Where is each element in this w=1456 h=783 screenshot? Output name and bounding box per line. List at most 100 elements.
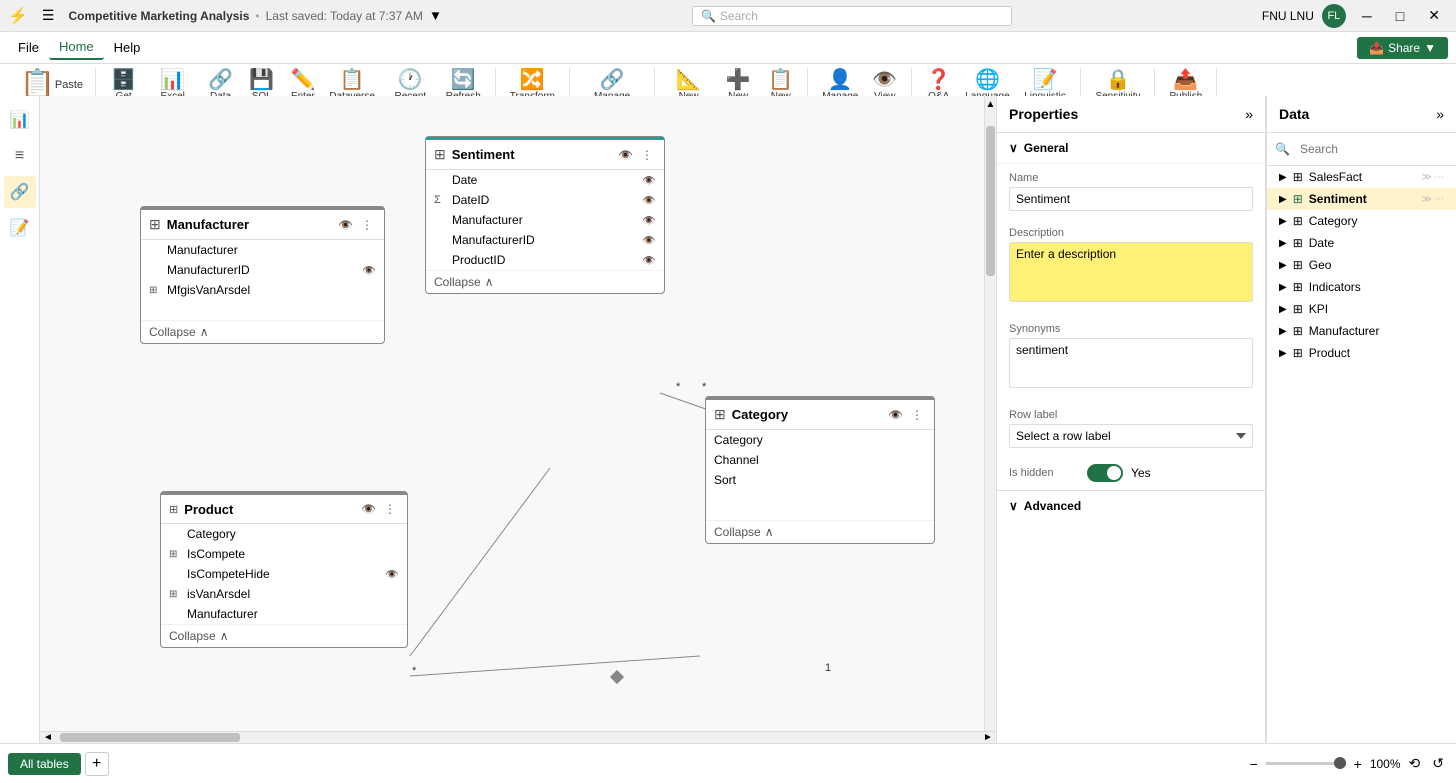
dateid-sum-icon: Σ — [434, 194, 448, 206]
kpi-expand-btn[interactable]: ▶ — [1279, 304, 1287, 315]
description-input[interactable]: Enter a description — [1009, 242, 1253, 302]
indicators-expand-btn[interactable]: ▶ — [1279, 282, 1287, 293]
product-more-btn[interactable]: ⋮ — [381, 501, 399, 517]
menu-home[interactable]: Home — [49, 35, 104, 60]
product-hide-btn[interactable]: 👁️ — [358, 501, 379, 517]
data-item-kpi[interactable]: ▶ ⊞ KPI — [1267, 298, 1456, 320]
salesfact-expand-btn[interactable]: ▶ — [1279, 172, 1287, 183]
sentiment-action1[interactable]: ≫ — [1422, 194, 1432, 205]
svg-text:1: 1 — [825, 662, 831, 674]
data-item-product[interactable]: ▶ ⊞ Product — [1267, 342, 1456, 364]
kpi-data-label: KPI — [1309, 302, 1328, 316]
data-item-date[interactable]: ▶ ⊞ Date — [1267, 232, 1456, 254]
menu-file[interactable]: File — [8, 36, 49, 59]
product-expand-btn[interactable]: ▶ — [1279, 348, 1287, 359]
properties-panel: Properties » ∨ General Name Description … — [996, 96, 1266, 743]
manufacturer-collapse[interactable]: Collapse ∧ — [141, 320, 384, 343]
category-collapse[interactable]: Collapse ∧ — [706, 520, 934, 543]
data-search-box[interactable]: 🔍 — [1267, 133, 1456, 166]
zoom-slider[interactable] — [1266, 762, 1346, 765]
general-section-header[interactable]: ∨ General — [997, 133, 1265, 164]
share-button[interactable]: 📤 Share ▼ — [1357, 37, 1448, 59]
mfr-hide-icon[interactable]: 👁️ — [642, 214, 656, 227]
sentiment-expand-btn[interactable]: ▶ — [1279, 194, 1287, 205]
sidebar-icon-table[interactable]: ≡ — [4, 140, 36, 172]
advanced-section-header[interactable]: ∨ Advanced — [997, 490, 1265, 521]
synonyms-input[interactable]: sentiment — [1009, 338, 1253, 388]
data-search-icon: 🔍 — [1275, 142, 1290, 156]
scroll-left-btn[interactable]: ◄ — [40, 732, 56, 743]
manufacturer-data-icon: ⊞ — [1293, 324, 1303, 338]
description-row: Description Enter a description — [997, 219, 1265, 315]
category-expand-btn[interactable]: ▶ — [1279, 216, 1287, 227]
category-more-btn[interactable]: ⋮ — [908, 407, 926, 423]
canvas-vscroll[interactable]: ▲ ▼ — [984, 96, 996, 743]
sidebar-toggle[interactable]: ☰ — [34, 5, 63, 26]
reset-btn[interactable]: ↺ — [1428, 753, 1448, 774]
zoom-plus-btn[interactable]: + — [1350, 754, 1366, 774]
date-data-label: Date — [1309, 236, 1334, 250]
prod-isvanarsdel-icon: ⊞ — [169, 589, 183, 600]
refresh-icon: 🔄 — [451, 70, 476, 90]
ishidden-toggle[interactable] — [1087, 464, 1123, 482]
date-expand-btn[interactable]: ▶ — [1279, 238, 1287, 249]
scroll-up-btn[interactable]: ▲ — [985, 96, 996, 112]
data-item-manufacturer[interactable]: ▶ ⊞ Manufacturer — [1267, 320, 1456, 342]
sentiment-hide-btn[interactable]: 👁️ — [615, 147, 636, 163]
sidebar-icon-dax[interactable]: 📝 — [4, 212, 36, 244]
product-data-icon: ⊞ — [1293, 346, 1303, 360]
data-search-input[interactable] — [1294, 139, 1448, 159]
synonyms-label: Synonyms — [1009, 323, 1253, 335]
product-collapse[interactable]: Collapse ∧ — [161, 624, 407, 647]
sentiment-more-btn[interactable]: ⋮ — [638, 147, 656, 163]
manageroles-icon: 👤 — [828, 70, 853, 90]
manufacturer-more-btn[interactable]: ⋮ — [358, 217, 376, 233]
data-panel-expand-btn[interactable]: » — [1436, 106, 1444, 122]
fit-page-btn[interactable]: ⟲ — [1405, 753, 1425, 774]
data-item-geo[interactable]: ▶ ⊞ Geo — [1267, 254, 1456, 276]
data-item-category[interactable]: ▶ ⊞ Category — [1267, 210, 1456, 232]
minimize-button[interactable]: ─ — [1354, 6, 1380, 26]
manufacturer-hide-btn[interactable]: 👁️ — [335, 217, 356, 233]
geo-expand-btn[interactable]: ▶ — [1279, 260, 1287, 271]
publish-icon: 📤 — [1173, 70, 1198, 90]
separator: • — [255, 9, 259, 23]
sentiment-collapse[interactable]: Collapse ∧ — [426, 270, 664, 293]
sentiment-action2[interactable]: ⋯ — [1434, 194, 1444, 205]
data-item-salesfact[interactable]: ▶ ⊞ SalesFact ≫ ⋯ — [1267, 166, 1456, 188]
rowlabel-select[interactable]: Select a row label — [1009, 424, 1253, 448]
mfrid-hide-icon[interactable]: 👁️ — [642, 234, 656, 247]
zoom-level: 100% — [1370, 757, 1401, 771]
canvas-hscroll[interactable]: ◄ ► — [40, 731, 996, 743]
close-button[interactable]: ✕ — [1420, 5, 1448, 26]
canvas-hscroll-thumb[interactable] — [60, 733, 240, 742]
salesfact-action2[interactable]: ⋯ — [1434, 172, 1444, 183]
dropdown-arrow[interactable]: ▼ — [429, 8, 442, 23]
scroll-right-btn[interactable]: ► — [980, 732, 996, 743]
zoom-minus-btn[interactable]: − — [1245, 754, 1261, 774]
manufacturer-expand-btn[interactable]: ▶ — [1279, 326, 1287, 337]
user-avatar[interactable]: FL — [1322, 4, 1346, 28]
canvas-vscroll-thumb[interactable] — [986, 126, 995, 276]
global-search-box[interactable]: 🔍 Search — [692, 6, 1012, 26]
sidebar-icon-model[interactable]: 🔗 — [4, 176, 36, 208]
salesfact-action1[interactable]: ≫ — [1422, 172, 1432, 183]
menu-help[interactable]: Help — [104, 36, 151, 59]
productid-hide-icon[interactable]: 👁️ — [642, 254, 656, 267]
data-item-indicators[interactable]: ▶ ⊞ Indicators — [1267, 276, 1456, 298]
sidebar-icon-report[interactable]: 📊 — [4, 104, 36, 136]
properties-expand-btn[interactable]: » — [1245, 106, 1253, 122]
maximize-button[interactable]: □ — [1388, 6, 1412, 26]
add-tab-button[interactable]: + — [85, 752, 109, 776]
all-tables-tab[interactable]: All tables — [8, 753, 81, 775]
sensitivity-icon: 🔒 — [1106, 70, 1131, 90]
salesfact-table-icon: ⊞ — [1293, 170, 1303, 184]
mfrid2-hide-icon[interactable]: 👁️ — [362, 264, 376, 277]
app-icon: ⚡ — [8, 6, 28, 26]
name-input[interactable] — [1009, 187, 1253, 211]
date-hide-icon[interactable]: 👁️ — [642, 174, 656, 187]
iscompetehide-hide-icon[interactable]: 👁️ — [385, 568, 399, 581]
data-item-sentiment[interactable]: ▶ ⊞ Sentiment ≫ ⋯ — [1267, 188, 1456, 210]
category-hide-btn[interactable]: 👁️ — [885, 407, 906, 423]
dateid-hide-icon[interactable]: 👁️ — [642, 194, 656, 207]
